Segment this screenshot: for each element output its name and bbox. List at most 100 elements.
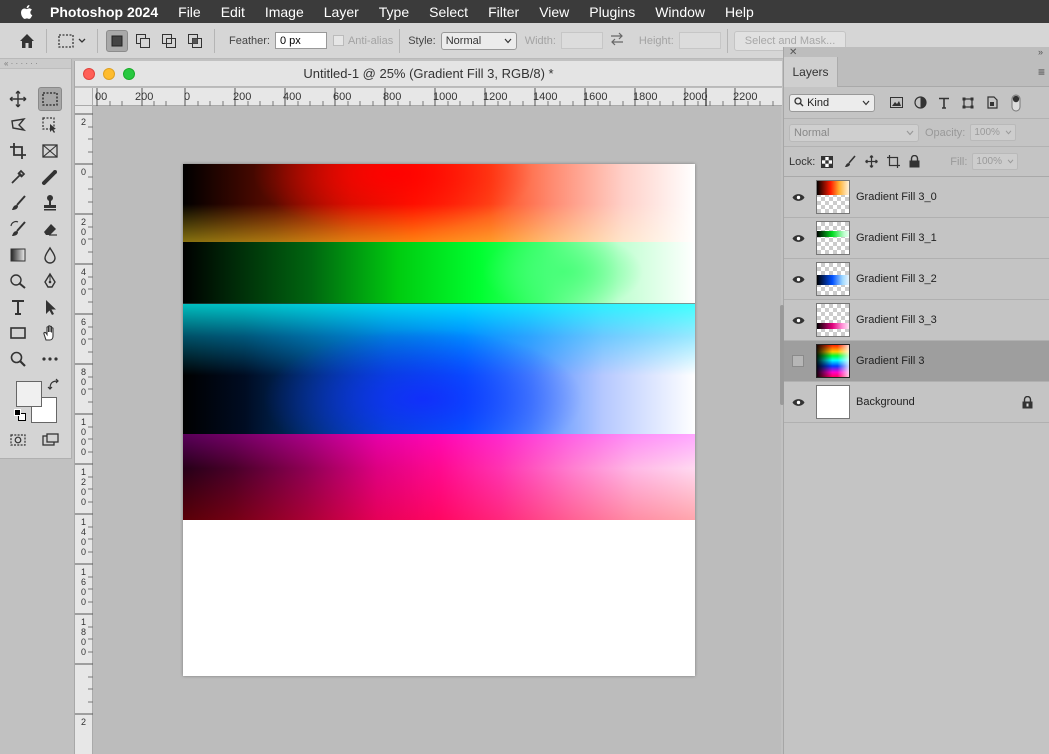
menu-edit[interactable]: Edit — [221, 4, 245, 20]
frame-tool[interactable] — [38, 139, 62, 163]
layer-row[interactable]: Gradient Fill 3_2 — [784, 259, 1049, 300]
subtract-from-selection-button[interactable] — [158, 30, 180, 52]
swap-colors-icon[interactable] — [47, 378, 61, 392]
layer-visibility-toggle[interactable] — [784, 355, 812, 367]
pen-tool[interactable] — [38, 269, 62, 293]
panel-menu-icon[interactable]: ≡ — [1038, 65, 1045, 79]
collapse-panel-icon[interactable]: » — [1038, 47, 1043, 57]
minimize-window-button[interactable] — [103, 68, 115, 80]
add-to-selection-button[interactable] — [132, 30, 154, 52]
filter-pixel-layers-button[interactable] — [887, 94, 905, 112]
menu-type[interactable]: Type — [379, 4, 409, 20]
zoom-tool[interactable] — [6, 347, 30, 371]
layer-visibility-toggle[interactable] — [784, 316, 812, 325]
blend-mode-select[interactable]: Normal — [789, 123, 919, 142]
quick-mask-button[interactable] — [6, 428, 30, 452]
intersect-selection-button[interactable] — [184, 30, 206, 52]
layer-visibility-toggle[interactable] — [784, 193, 812, 202]
layer-row[interactable]: Background — [784, 382, 1049, 423]
feather-input[interactable] — [274, 32, 327, 49]
lock-position-icon[interactable] — [865, 155, 879, 168]
app-name-menu[interactable]: Photoshop 2024 — [50, 4, 158, 20]
eraser-tool[interactable] — [38, 217, 62, 241]
lasso-tool[interactable] — [6, 113, 30, 137]
history-brush-tool[interactable] — [6, 217, 30, 241]
menu-filter[interactable]: Filter — [488, 4, 519, 20]
zoom-window-button[interactable] — [123, 68, 135, 80]
object-selection-tool[interactable] — [38, 113, 62, 137]
layer-row-selected[interactable]: Gradient Fill 3 — [784, 341, 1049, 382]
anti-alias-checkbox[interactable] — [332, 35, 344, 46]
new-selection-icon — [111, 35, 123, 46]
swap-width-height-icon[interactable] — [609, 32, 625, 49]
type-icon — [12, 300, 24, 315]
eyedropper-tool[interactable] — [6, 165, 30, 189]
path-selection-tool[interactable] — [38, 295, 62, 319]
brush-tool[interactable] — [6, 191, 30, 215]
layer-visibility-toggle[interactable] — [784, 234, 812, 243]
blur-tool[interactable] — [38, 243, 62, 267]
close-window-button[interactable] — [83, 68, 95, 80]
opacity-input[interactable]: 100% — [970, 124, 1017, 141]
document-title-bar[interactable]: Untitled-1 @ 25% (Gradient Fill 3, RGB/8… — [75, 61, 782, 87]
menu-image[interactable]: Image — [265, 4, 304, 20]
menu-view[interactable]: View — [539, 4, 569, 20]
rectangular-marquee-tool[interactable] — [38, 87, 62, 111]
brush-icon — [12, 195, 26, 210]
lock-artboard-icon[interactable] — [887, 155, 901, 168]
new-selection-button[interactable] — [106, 29, 128, 52]
default-colors-icon[interactable] — [14, 409, 26, 421]
menu-layer[interactable]: Layer — [324, 4, 359, 20]
lock-image-pixels-icon[interactable] — [843, 155, 856, 168]
blend-opacity-row: Normal Opacity: 100% — [784, 119, 1049, 147]
ruler-origin[interactable] — [75, 88, 93, 106]
layer-row[interactable]: Gradient Fill 3_0 — [784, 177, 1049, 218]
crop-tool[interactable] — [6, 139, 30, 163]
spot-healing-brush-tool[interactable] — [38, 165, 62, 189]
lock-transparent-pixels-icon[interactable] — [821, 155, 834, 168]
menu-plugins[interactable]: Plugins — [589, 4, 635, 20]
width-label: Width: — [524, 34, 556, 47]
home-button[interactable] — [16, 30, 38, 52]
clone-stamp-tool[interactable] — [38, 191, 62, 215]
vertical-ruler[interactable]: 2 0 2 0 0 4 0 0 6 0 0 8 0 0 1 0 0 0 1 2 … — [75, 106, 93, 754]
dodge-tool[interactable] — [6, 269, 30, 293]
menu-help[interactable]: Help — [725, 4, 754, 20]
tool-preset-picker[interactable] — [55, 30, 89, 52]
filter-smart-objects-button[interactable] — [983, 94, 1001, 112]
height-input[interactable] — [678, 32, 721, 49]
tools-panel-header[interactable]: « · · · · · · — [0, 59, 71, 69]
document-canvas[interactable] — [183, 164, 695, 676]
filter-shape-layers-button[interactable] — [959, 94, 977, 112]
lock-all-icon[interactable] — [909, 155, 920, 168]
screen-mode-button[interactable] — [38, 428, 62, 452]
menu-window[interactable]: Window — [655, 4, 705, 20]
eraser-icon — [44, 224, 57, 236]
width-input[interactable] — [560, 32, 603, 49]
rectangle-tool[interactable] — [6, 321, 30, 345]
foreground-color-swatch[interactable] — [16, 381, 42, 407]
edit-toolbar-button[interactable] — [38, 347, 62, 371]
filter-adjustment-layers-button[interactable] — [911, 94, 929, 112]
menu-file[interactable]: File — [178, 4, 201, 20]
hand-tool[interactable] — [38, 321, 62, 345]
style-select[interactable]: Normal — [440, 31, 517, 50]
gradient-tool[interactable] — [6, 243, 30, 267]
tab-layers[interactable]: Layers — [784, 57, 838, 87]
chevron-down-icon — [1008, 159, 1014, 164]
filter-type-layers-button[interactable] — [935, 94, 953, 112]
layer-visibility-toggle[interactable] — [784, 275, 812, 284]
filter-toggle-switch[interactable] — [1007, 94, 1025, 112]
horizontal-ruler[interactable]: 00 200 0 200 400 600 800 1000 1200 1400 … — [93, 88, 782, 106]
layers-panel-scrollbar[interactable] — [780, 305, 784, 405]
type-tool[interactable] — [6, 295, 30, 319]
layer-visibility-toggle[interactable] — [784, 398, 812, 407]
filter-kind-select[interactable]: Kind — [789, 93, 875, 112]
move-tool[interactable] — [6, 87, 30, 111]
thumbnail-content — [817, 323, 849, 329]
layer-row[interactable]: Gradient Fill 3_3 — [784, 300, 1049, 341]
apple-icon[interactable] — [18, 3, 36, 21]
fill-input[interactable]: 100% — [972, 153, 1019, 170]
layer-row[interactable]: Gradient Fill 3_1 — [784, 218, 1049, 259]
menu-select[interactable]: Select — [429, 4, 468, 20]
